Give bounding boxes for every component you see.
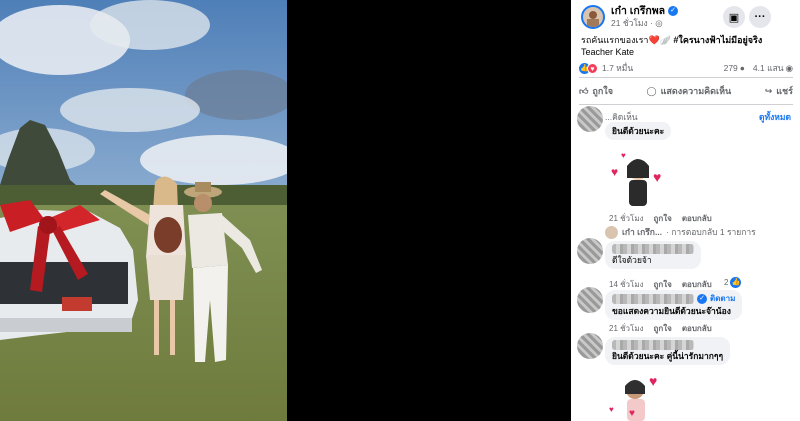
comment-meta: 21 ชั่วโมง ถูกใจ ตอบกลับ [609,212,712,225]
comment-bubble: ✓ ติดตาม ขอแสดงความยินดีด้วยนะจ๊าน้อง [605,290,743,320]
divider [579,77,793,78]
heart-emoji: ❤️ [648,35,660,45]
reply-count-text: · การตอบกลับ 1 รายการ [666,227,756,237]
commenter-avatar[interactable] [577,106,603,132]
like-label: ถูกใจ [592,86,613,96]
view-all-link[interactable]: ดูทั้งหมด [759,110,791,124]
post-time[interactable]: 21 ชั่วโมง · [611,18,653,28]
more-button[interactable]: ··· [749,6,771,28]
comment-likes-number: 2 [724,278,729,287]
comment-like-link[interactable]: ถูกใจ [654,212,672,225]
caption-line2: Teacher Kate [581,47,635,57]
like-button[interactable]: 👍︎ ถูกใจ [579,84,613,98]
share-label: แชร์ [776,86,793,96]
like-icon: 👍︎ [579,85,589,96]
commenter-avatar[interactable] [577,238,603,264]
like-reaction-icon: 👍 [730,277,742,288]
post-stats: 👍 ♥ 1.7 หมื่น 279 ● 4.1 แสน ◉ [579,61,793,75]
comment-bubble-icon: ● [739,63,745,73]
globe-icon: ◎ [655,18,663,28]
svg-text:♥: ♥ [621,151,626,160]
comment-reply-link[interactable]: ตอบกลับ [682,322,712,335]
svg-text:♥: ♥ [653,169,661,185]
commenter-name-blurred[interactable] [612,340,694,350]
comment-icon: ◯ [646,85,657,96]
post-photo[interactable] [0,0,287,421]
svg-text:♥: ♥ [649,373,657,389]
divider [579,104,793,105]
verified-icon: ✓ [697,294,707,304]
more-icon: ··· [754,11,766,23]
action-bar: 👍︎ ถูกใจ ◯ แสดงความคิดเห็น ↪ แชร์ [579,81,793,101]
follow-link[interactable]: ติดตาม [710,293,735,305]
reply-avatar [605,225,618,239]
comment-text: ยินดีด้วยนะคะ [612,126,665,136]
comment-bubble: ยินดีด้วยนะคะ [605,122,672,140]
author-name[interactable]: เก๋า เกรึกพล [611,5,665,17]
eye-icon: ◉ [785,62,793,73]
bookmark-button[interactable]: ▣ [723,6,745,28]
share-button[interactable]: ↪ แชร์ [765,84,793,98]
reply-author: เก๋า เกรึก... [622,227,663,237]
comment-time[interactable]: 21 ชั่วโมง [609,322,644,335]
verified-icon: ✓ [668,6,679,16]
post-caption: รถคันแรกของเรา❤️🪽 #ใครนางฟ้าไม่มีอยู่จริ… [581,34,793,58]
comment-text: ดีใจด้วยจ้า [612,255,652,265]
comment-text: ขอแสดงความยินดีด้วยนะจ๊าน้อง [612,306,731,316]
author-avatar[interactable] [581,5,605,29]
share-icon: ↪ [764,85,773,96]
view-count: 4.1 แสน [752,63,784,73]
reply-summary[interactable]: เก๋า เกรึก... · การตอบกลับ 1 รายการ [605,225,756,239]
comment-bubble: ดีใจด้วยจ้า [605,241,701,269]
hashtag-link[interactable]: #ใครนางฟ้าไม่มีอยู่จริง [673,35,762,45]
svg-text:♥: ♥ [629,408,635,419]
bookmark-icon: ▣ [728,11,740,24]
comment-label: แสดงความคิดเห็น [660,86,732,96]
comment-reply-link[interactable]: ตอบกลับ [682,212,712,225]
comment-time[interactable]: 21 ชั่วโมง [609,212,644,225]
comment-text: ยินดีด้วยนะคะ คู่นี้น่ารักมากๆๆ [612,351,724,361]
comment-like-link[interactable]: ถูกใจ [654,322,672,335]
commenter-avatar[interactable] [577,333,603,359]
sparkle-emoji: 🪽 [659,35,671,45]
post-detail-panel: เก๋า เกรึกพล ✓ 21 ชั่วโมง · ◎ ▣ ··· รถคั… [571,0,800,421]
commenter-avatar[interactable] [577,287,603,313]
comment-like-count[interactable]: 2 👍 [724,277,742,288]
sort-label[interactable]: ...คิดเห็น [605,112,638,122]
reaction-count[interactable]: 1.7 หมื่น [602,61,633,75]
comment-sticker: ♥ ♥ ♥ [609,372,671,421]
commenter-name-blurred[interactable] [612,294,694,304]
svg-text:♥: ♥ [609,405,614,414]
comment-meta: 21 ชั่วโมง ถูกใจ ตอบกลับ [609,322,712,335]
comment-button[interactable]: ◯ แสดงความคิดเห็น [646,84,731,98]
photo-scene [0,0,287,421]
caption-text: รถคันแรกของเรา [581,35,649,45]
comment-sticker: ♥ ♥ ♥ [607,148,669,210]
svg-text:♥: ♥ [611,165,618,179]
commenter-name-blurred[interactable] [612,244,694,254]
comment-bubble: ยินดีด้วยนะคะ คู่นี้น่ารักมากๆๆ [605,337,731,365]
post-author: เก๋า เกรึกพล ✓ 21 ชั่วโมง · ◎ [581,5,679,29]
comment-count[interactable]: 279 [724,63,738,73]
love-reaction-icon: ♥ [587,62,598,74]
